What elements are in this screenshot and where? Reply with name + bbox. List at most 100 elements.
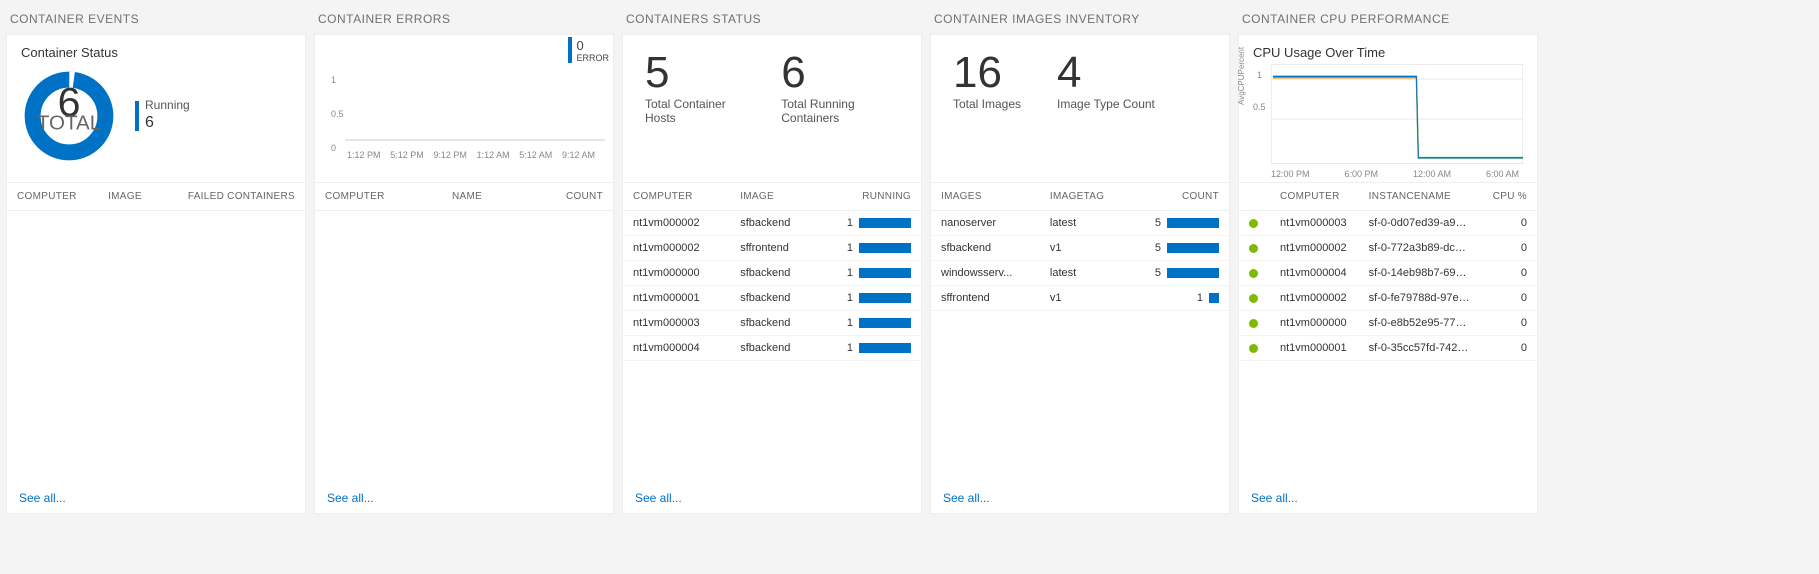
cell-cpu: 0: [1481, 236, 1537, 261]
cell-instance: sf-0-0d07ed39-a9df-...: [1359, 211, 1482, 236]
status-dot-icon: [1249, 344, 1258, 353]
col-cpu[interactable]: CPU %: [1481, 183, 1537, 211]
images-table: IMAGES IMAGETAG COUNT nanoserverlatest5s…: [931, 183, 1229, 311]
table-row[interactable]: nanoserverlatest5: [931, 211, 1229, 236]
table-row[interactable]: nt1vm000000sfbackend1: [623, 261, 921, 286]
see-all-link[interactable]: See all...: [19, 491, 66, 505]
cell-cpu: 0: [1481, 211, 1537, 236]
panel-header: CONTAINERS STATUS: [622, 6, 922, 34]
donut-legend: Running 6: [135, 98, 190, 134]
table-row[interactable]: nt1vm000002sffrontend1: [623, 236, 921, 261]
col-computer[interactable]: COMPUTER: [1270, 183, 1359, 211]
cell-instance: sf-0-fe79788d-97e0-...: [1359, 286, 1482, 311]
panel-header: CONTAINER CPU PERFORMANCE: [1238, 6, 1538, 34]
dashboard: CONTAINER EVENTS Container Status 6 TOTA…: [0, 0, 1819, 520]
table-row[interactable]: nt1vm000001sfbackend1: [623, 286, 921, 311]
col-computer[interactable]: COMPUTER: [7, 183, 98, 211]
cell-instance: sf-0-14eb98b7-692f-...: [1359, 261, 1482, 286]
cell-computer: nt1vm000002: [623, 236, 730, 261]
legend-value: 6: [145, 113, 190, 134]
col-computer[interactable]: COMPUTER: [623, 183, 730, 211]
cell-running: 1: [817, 236, 921, 261]
table-row[interactable]: sffrontendv11: [931, 286, 1229, 311]
cell-count: 5: [1129, 261, 1229, 286]
cpu-subtitle: CPU Usage Over Time: [1253, 45, 1523, 60]
col-count[interactable]: COUNT: [522, 183, 613, 211]
col-name[interactable]: NAME: [442, 183, 522, 211]
table-row[interactable]: sfbackendv15: [931, 236, 1229, 261]
donut-total-label: TOTAL: [37, 112, 101, 135]
see-all-link[interactable]: See all...: [635, 491, 682, 505]
see-all-link[interactable]: See all...: [943, 491, 990, 505]
cell-computer: nt1vm000001: [1270, 336, 1359, 361]
col-instance[interactable]: INSTANCENAME: [1359, 183, 1482, 211]
table-row[interactable]: nt1vm000003sfbackend1: [623, 311, 921, 336]
table-row[interactable]: nt1vm000004sfbackend1: [623, 336, 921, 361]
cell-instance: sf-0-772a3b89-dca1-...: [1359, 236, 1482, 261]
cell-images: sfbackend: [931, 236, 1040, 261]
legend-label: Running: [145, 98, 190, 114]
cpu-line-chart: [1271, 64, 1523, 164]
errors-table: COMPUTER NAME COUNT: [315, 183, 613, 211]
cell-running: 1: [817, 311, 921, 336]
events-subtitle: Container Status: [21, 45, 291, 60]
cell-running: 1: [817, 211, 921, 236]
cell-computer: nt1vm000004: [623, 336, 730, 361]
panel-container-events: CONTAINER EVENTS Container Status 6 TOTA…: [6, 6, 306, 514]
cell-count: 5: [1129, 211, 1229, 236]
col-imagetag[interactable]: IMAGETAG: [1040, 183, 1129, 211]
see-all-link[interactable]: See all...: [1251, 491, 1298, 505]
cell-cpu: 0: [1481, 311, 1537, 336]
cell-tag: latest: [1040, 261, 1129, 286]
cell-count: 5: [1129, 236, 1229, 261]
status-dot-icon: [1249, 319, 1258, 328]
status-table: COMPUTER IMAGE RUNNING nt1vm000002sfback…: [623, 183, 921, 361]
panel-images-inventory: CONTAINER IMAGES INVENTORY 16 Total Imag…: [930, 6, 1230, 514]
col-failed[interactable]: FAILED CONTAINERS: [160, 183, 305, 211]
table-row[interactable]: windowsserv...latest5: [931, 261, 1229, 286]
table-row[interactable]: nt1vm000002sf-0-fe79788d-97e0-...0: [1239, 286, 1537, 311]
col-images[interactable]: IMAGES: [931, 183, 1040, 211]
cell-computer: nt1vm000002: [1270, 286, 1359, 311]
table-row[interactable]: nt1vm000003sf-0-0d07ed39-a9df-...0: [1239, 211, 1537, 236]
panel-header: CONTAINER EVENTS: [6, 6, 306, 34]
col-running[interactable]: RUNNING: [817, 183, 921, 211]
cell-computer: nt1vm000000: [623, 261, 730, 286]
cell-instance: sf-0-35cc57fd-7422-...: [1359, 336, 1482, 361]
cpu-ylabel: AvgCPUPercent: [1237, 47, 1246, 105]
status-indicator: [1239, 336, 1270, 361]
cell-running: 1: [817, 336, 921, 361]
status-dot-icon: [1249, 269, 1258, 278]
status-indicator: [1239, 286, 1270, 311]
see-all-link[interactable]: See all...: [327, 491, 374, 505]
cell-image: sfbackend: [730, 336, 817, 361]
status-indicator: [1239, 236, 1270, 261]
kpi-hosts: 5 Total Container Hosts: [645, 51, 745, 125]
status-dot-icon: [1249, 219, 1258, 228]
col-computer[interactable]: COMPUTER: [315, 183, 442, 211]
cell-count: 1: [1129, 286, 1229, 311]
col-count[interactable]: COUNT: [1129, 183, 1229, 211]
cell-image: sffrontend: [730, 236, 817, 261]
table-row[interactable]: nt1vm000000sf-0-e8b52e95-7719-...0: [1239, 311, 1537, 336]
col-image[interactable]: IMAGE: [98, 183, 159, 211]
table-row[interactable]: nt1vm000002sf-0-772a3b89-dca1-...0: [1239, 236, 1537, 261]
status-dot-icon: [1249, 244, 1258, 253]
cell-tag: v1: [1040, 236, 1129, 261]
table-row[interactable]: nt1vm000001sf-0-35cc57fd-7422-...0: [1239, 336, 1537, 361]
cell-tag: latest: [1040, 211, 1129, 236]
table-row[interactable]: nt1vm000002sfbackend1: [623, 211, 921, 236]
cell-running: 1: [817, 286, 921, 311]
status-indicator: [1239, 261, 1270, 286]
cell-images: sffrontend: [931, 286, 1040, 311]
table-row[interactable]: nt1vm000004sf-0-14eb98b7-692f-...0: [1239, 261, 1537, 286]
col-image[interactable]: IMAGE: [730, 183, 817, 211]
cell-cpu: 0: [1481, 261, 1537, 286]
cell-image: sfbackend: [730, 211, 817, 236]
panel-container-errors: CONTAINER ERRORS 0 ERROR 1 0.5 0: [314, 6, 614, 514]
status-indicator: [1239, 311, 1270, 336]
panel-cpu-performance: CONTAINER CPU PERFORMANCE CPU Usage Over…: [1238, 6, 1538, 514]
panel-header: CONTAINER ERRORS: [314, 6, 614, 34]
cell-computer: nt1vm000000: [1270, 311, 1359, 336]
panel-header: CONTAINER IMAGES INVENTORY: [930, 6, 1230, 34]
